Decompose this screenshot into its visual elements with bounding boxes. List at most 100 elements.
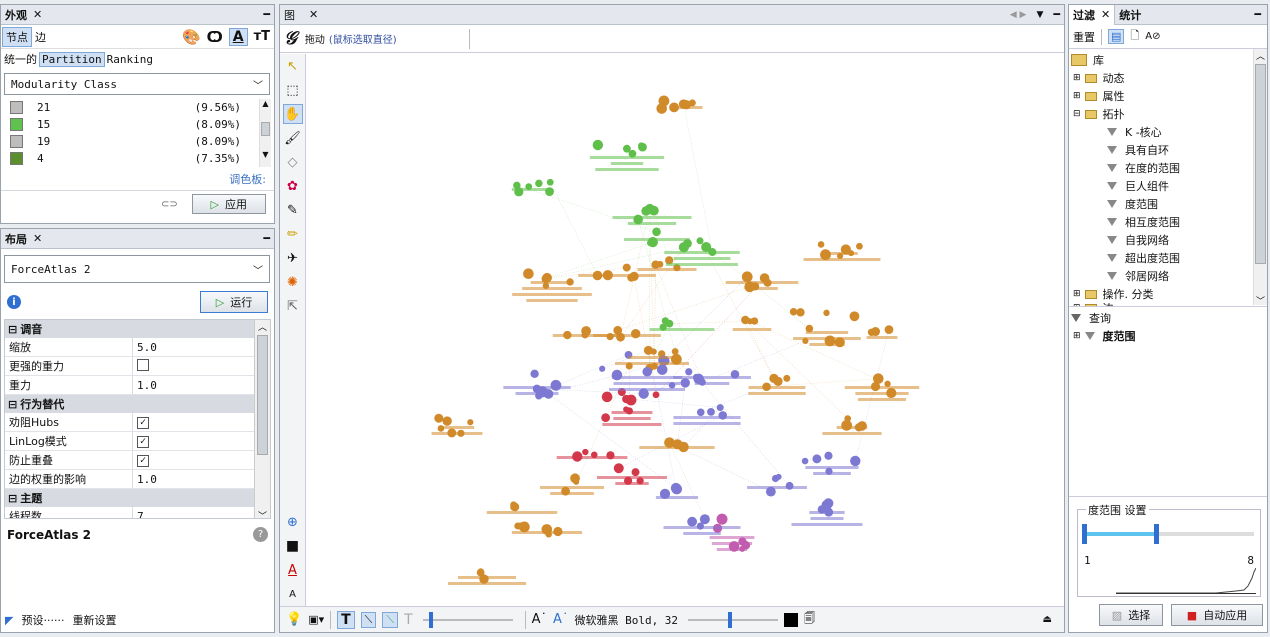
graph-node[interactable] <box>817 241 825 248</box>
graph-node[interactable] <box>824 451 833 460</box>
filter-item[interactable]: 巨人组件 <box>1071 177 1267 195</box>
graph-node[interactable] <box>670 482 682 494</box>
minimize-icon[interactable]: ━ <box>263 232 270 245</box>
graph-node[interactable] <box>849 311 860 322</box>
palette-link[interactable]: 调色板: <box>1 171 274 187</box>
palette-icon[interactable]: 🎨 <box>182 28 201 46</box>
checkbox-checked[interactable]: ✓ <box>137 436 149 448</box>
tab-menu-icon[interactable]: ▼ <box>1036 10 1043 20</box>
graph-node[interactable] <box>641 206 651 216</box>
label-size-icon[interactable]: A <box>283 584 303 604</box>
graph-node[interactable] <box>622 263 631 272</box>
diamond-icon[interactable]: ◇ <box>283 152 303 172</box>
help-pointer-icon[interactable]: ⇱ <box>283 296 303 316</box>
label-size-icon[interactable]: тT <box>254 29 270 44</box>
checkbox[interactable] <box>137 358 149 371</box>
prop-prevent-overlap[interactable]: 防止重叠 ✓ <box>5 451 255 470</box>
prop-edge-weight[interactable]: 边的权重的影响 1.0 <box>5 470 255 489</box>
brush-icon[interactable]: 🖌 <box>283 128 303 148</box>
graph-node[interactable] <box>741 271 753 283</box>
prop-stronger-gravity[interactable]: 更强的重力 <box>5 357 255 376</box>
label-color-icon[interactable]: A <box>228 27 248 46</box>
graph-node[interactable] <box>467 419 474 426</box>
heat-icon[interactable]: ✺ <box>283 272 303 292</box>
graph-node[interactable] <box>680 378 690 388</box>
partition-row[interactable]: 15 (8.09%) <box>4 116 271 133</box>
filter-item[interactable]: 超出度范围 <box>1071 249 1267 267</box>
graph-node[interactable] <box>516 522 525 530</box>
auto-apply-button[interactable]: ■ 自动应用 <box>1171 604 1263 626</box>
color-icon[interactable]: ✿ <box>283 176 303 196</box>
graph-node[interactable] <box>823 309 830 317</box>
graph-node[interactable] <box>771 474 780 483</box>
screenshot-icon[interactable]: ▣▾ <box>308 613 324 626</box>
graph-node[interactable] <box>651 260 660 269</box>
graph-node[interactable] <box>801 457 809 465</box>
font-smaller-icon[interactable]: A˙ <box>553 612 568 627</box>
help-icon[interactable]: ? <box>253 527 268 542</box>
graph-node[interactable] <box>796 308 805 317</box>
minimize-icon[interactable]: ━ <box>1053 8 1060 21</box>
range-slider[interactable] <box>1082 524 1254 544</box>
graph-node[interactable] <box>656 364 668 375</box>
minimize-icon[interactable]: ━ <box>263 8 270 21</box>
graph-node[interactable] <box>582 448 589 456</box>
prop-scaling[interactable]: 缩放 5.0 <box>5 338 255 357</box>
reset-link[interactable]: 重新设置 <box>72 612 116 628</box>
minimize-icon[interactable]: ━ <box>1254 8 1261 21</box>
graph-node[interactable] <box>789 308 798 316</box>
tree-folder-dynamic[interactable]: ⊞ 动态 <box>1071 69 1267 87</box>
graph-node[interactable] <box>696 237 704 245</box>
filter-item[interactable]: 度范围 <box>1071 195 1267 213</box>
subtab-unique[interactable]: 统一的 <box>4 51 37 67</box>
pencil-icon[interactable]: ✎ <box>283 200 303 220</box>
graph-node[interactable] <box>884 325 894 335</box>
graph-node[interactable] <box>638 142 647 152</box>
range-handle-min[interactable] <box>1082 524 1087 544</box>
rename-icon[interactable]: A⊘ <box>1145 31 1160 42</box>
font-size-slider[interactable] <box>688 611 779 628</box>
font-label[interactable]: 微软雅黑 Bold, 32 <box>574 612 678 628</box>
filter-item[interactable]: 相互度范围 <box>1071 213 1267 231</box>
close-icon[interactable]: ✕ <box>33 8 42 21</box>
apply-button[interactable]: ▷ 应用 <box>191 194 266 214</box>
tree-folder-topology[interactable]: ⊟ 拓扑 <box>1071 105 1267 123</box>
graph-node[interactable] <box>613 325 623 335</box>
section-tuning[interactable]: ⊟ 调音 <box>5 320 255 338</box>
text-icon[interactable]: T <box>404 612 413 628</box>
font-bigger-icon[interactable]: A˙ <box>532 612 547 627</box>
zoom-icon[interactable]: ⊕ <box>283 512 303 532</box>
tree-root[interactable]: 库 <box>1071 51 1267 69</box>
prop-gravity[interactable]: 重力 1.0 <box>5 376 255 395</box>
library-icon[interactable]: ▤ <box>1108 29 1125 44</box>
graph-node[interactable] <box>856 242 863 250</box>
graph-node[interactable] <box>696 408 705 417</box>
graph-node[interactable] <box>601 391 613 403</box>
partition-row[interactable]: 4 (7.35%) <box>4 150 271 167</box>
partition-row[interactable]: 21 (9.56%) <box>4 99 271 116</box>
graph-tab[interactable]: 图 <box>284 7 295 23</box>
prop-dissuade-hubs[interactable]: 劝阻Hubs ✓ <box>5 413 255 432</box>
graph-node[interactable] <box>601 413 611 423</box>
tab-nav-icon[interactable]: ◀ ▶ <box>1010 10 1027 20</box>
filter-item[interactable]: K -核心 <box>1071 123 1267 141</box>
graph-node[interactable] <box>650 348 657 355</box>
graph-node[interactable] <box>642 366 653 377</box>
reset-button[interactable]: 重置 <box>1073 29 1095 45</box>
link-icon[interactable]: ⊂⊃ <box>161 199 178 210</box>
label-color-icon[interactable]: A <box>283 560 303 580</box>
filter-item[interactable]: 具有自环 <box>1071 141 1267 159</box>
tab-filters[interactable]: 过滤 ✕ <box>1069 4 1116 25</box>
graph-node[interactable] <box>530 369 539 379</box>
graph-node[interactable] <box>773 376 783 386</box>
layout-algorithm-select[interactable]: ForceAtlas 2 ﹀ <box>4 255 270 283</box>
section-theme[interactable]: ⊟ 主题 <box>5 489 255 507</box>
close-icon[interactable]: ✕ <box>33 232 42 245</box>
graph-node[interactable] <box>665 319 674 328</box>
graph-node[interactable] <box>685 368 693 376</box>
filter-item[interactable]: 自我网络 <box>1071 231 1267 249</box>
font-settings-icon[interactable]: 🗐 <box>804 610 815 629</box>
graph-node[interactable] <box>652 227 661 237</box>
graph-node[interactable] <box>687 516 698 527</box>
graph-node[interactable] <box>823 498 834 509</box>
